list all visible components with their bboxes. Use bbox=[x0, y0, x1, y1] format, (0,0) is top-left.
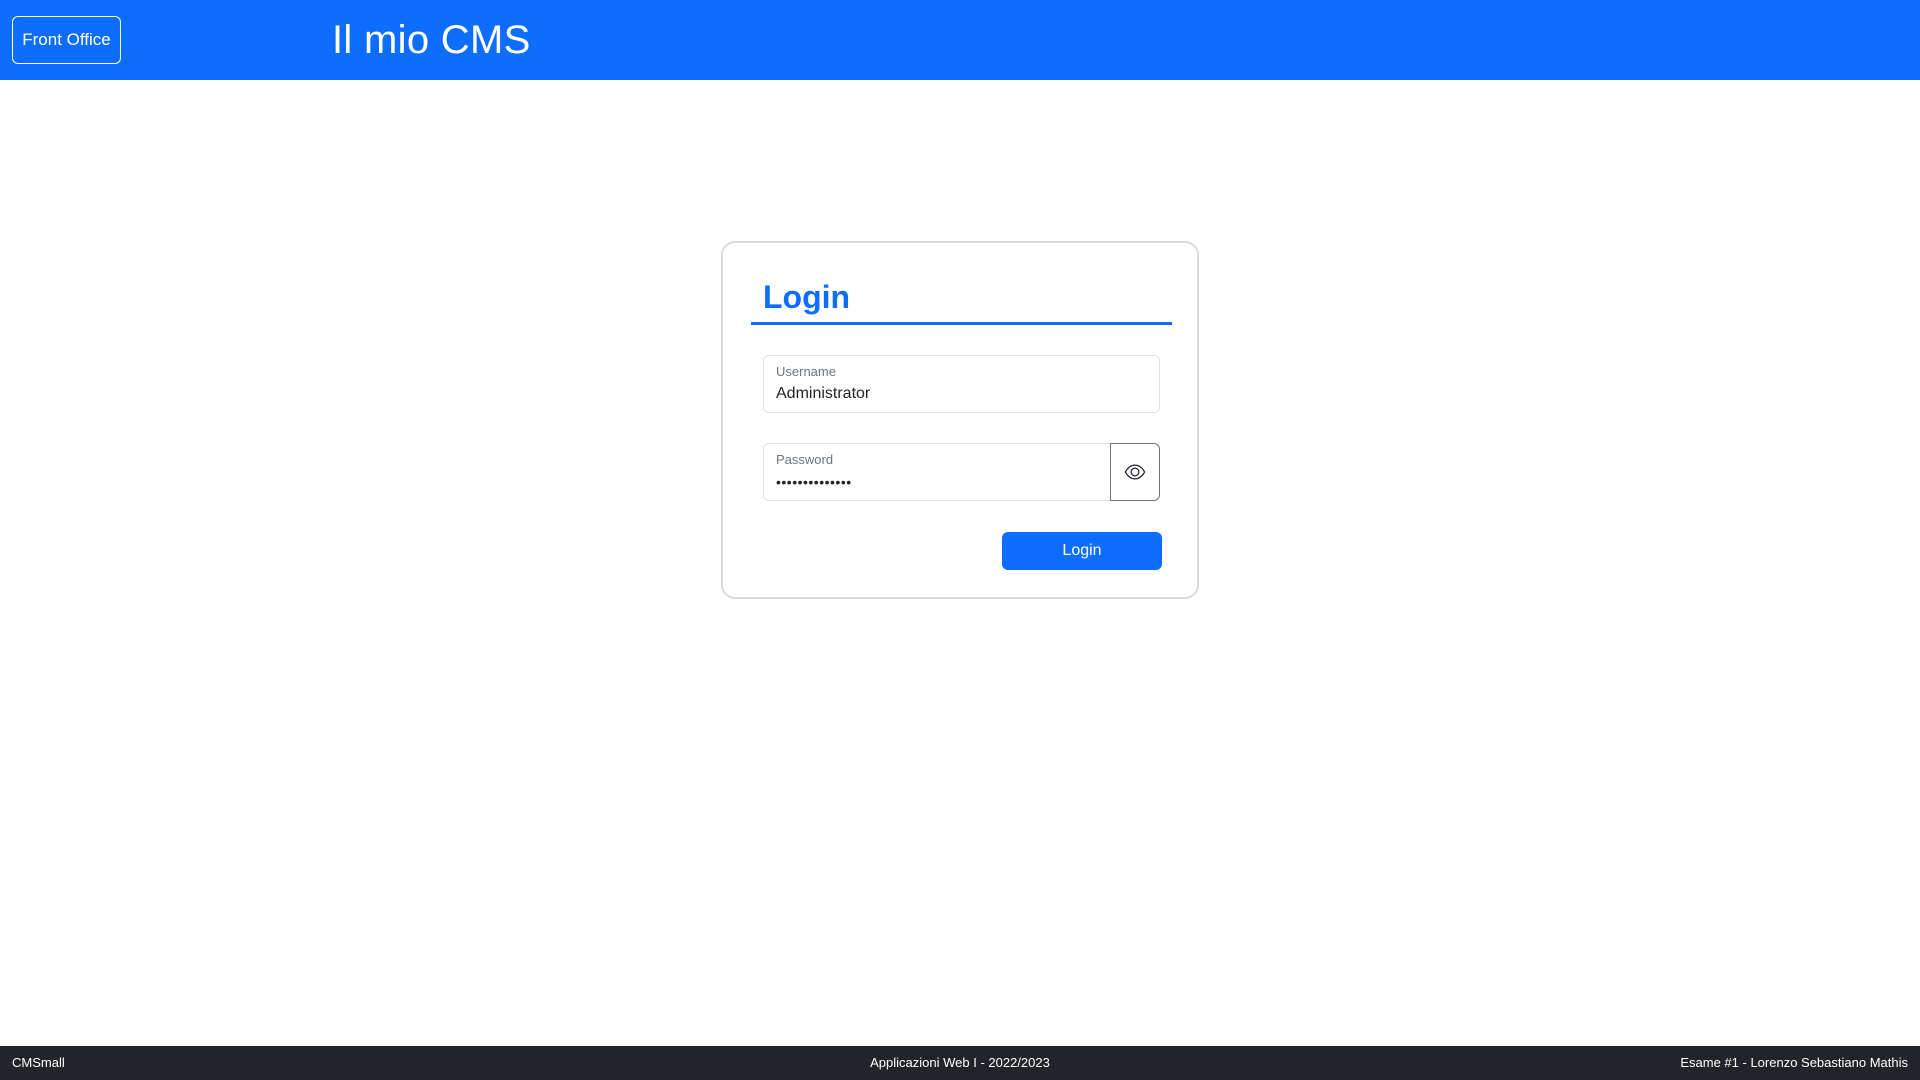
login-form: Login Username Password Login bbox=[721, 241, 1199, 599]
front-office-button[interactable]: Front Office bbox=[12, 16, 121, 64]
app-title: Il mio CMS bbox=[332, 18, 531, 62]
footer-author: Esame #1 - Lorenzo Sebastiano Mathis bbox=[1680, 1055, 1908, 1070]
footer-course: Applicazioni Web I - 2022/2023 bbox=[870, 1055, 1050, 1070]
username-field[interactable]: Username bbox=[763, 355, 1160, 413]
login-heading-container: Login bbox=[751, 273, 1172, 325]
password-field[interactable]: Password bbox=[763, 443, 1111, 501]
username-input[interactable] bbox=[776, 382, 1146, 406]
toggle-password-visibility-button[interactable] bbox=[1110, 443, 1160, 501]
password-label: Password bbox=[776, 452, 834, 467]
username-label: Username bbox=[776, 364, 836, 379]
login-submit-button[interactable]: Login bbox=[1002, 532, 1162, 570]
eye-icon bbox=[1124, 461, 1146, 483]
login-heading: Login bbox=[763, 279, 851, 315]
footer: CMSmall Applicazioni Web I - 2022/2023 E… bbox=[0, 1046, 1920, 1080]
password-input[interactable] bbox=[776, 470, 1096, 494]
page: Front Office Il mio CMS Login Username P… bbox=[0, 0, 1920, 1080]
navbar: Front Office Il mio CMS bbox=[0, 0, 1920, 80]
